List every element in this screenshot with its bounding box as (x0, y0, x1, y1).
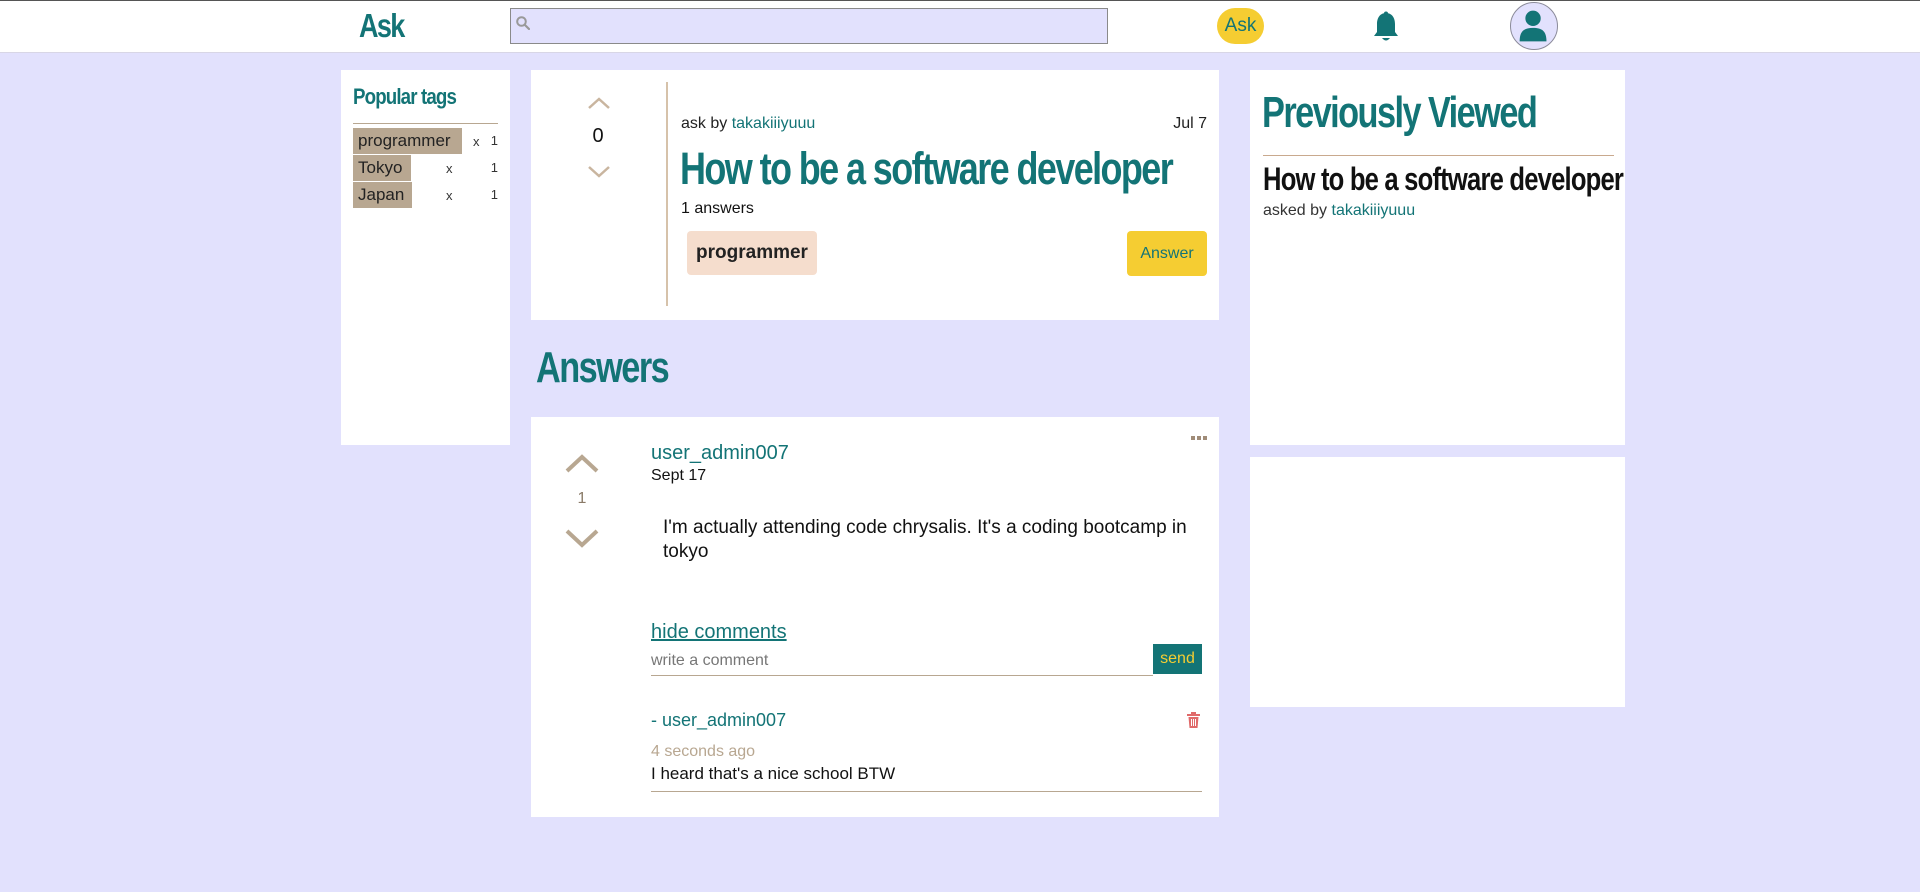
comment-input[interactable] (651, 646, 1153, 676)
tag-chip[interactable]: programmer (353, 128, 462, 154)
popular-tags-panel (341, 70, 510, 445)
chevron-up-icon[interactable] (587, 96, 611, 110)
question-meta: ask by takakiiiyuuu (681, 115, 815, 133)
bell-icon[interactable] (1371, 11, 1401, 43)
hide-comments-link[interactable]: hide comments (651, 621, 787, 644)
previously-viewed-title: Previously Viewed (1262, 88, 1538, 137)
send-button[interactable]: send (1153, 644, 1202, 674)
tag-multiplier: x (446, 161, 453, 176)
side-panel (1250, 457, 1625, 707)
tag-count: 1 (490, 133, 498, 148)
answer-button[interactable]: Answer (1127, 231, 1207, 276)
chevron-down-icon[interactable] (564, 528, 600, 550)
question-score: 0 (592, 125, 604, 147)
answers-heading: Answers (536, 343, 670, 392)
tag-chip[interactable]: Tokyo (353, 155, 411, 181)
comment-time: 4 seconds ago (651, 743, 756, 760)
question-card (531, 70, 1219, 320)
answer-date: Sept 17 (651, 467, 707, 484)
search-box[interactable] (510, 8, 1108, 44)
user-icon (1519, 10, 1547, 42)
trash-icon[interactable] (1187, 712, 1200, 728)
comment-author[interactable]: - user_admin007 (651, 710, 786, 731)
author-link[interactable]: takakiiiyuuu (732, 115, 816, 132)
asked-by-label: asked by (1263, 202, 1328, 219)
answer-author[interactable]: user_admin007 (651, 442, 789, 465)
chevron-down-icon[interactable] (587, 165, 611, 179)
previously-viewed-meta: asked by takakiiiyuuu (1263, 202, 1415, 220)
divider (651, 791, 1202, 792)
question-tag[interactable]: programmer (687, 231, 817, 275)
previously-viewed-item[interactable]: How to be a software developer (1263, 161, 1624, 198)
tag-item-japan[interactable]: Japan x 1 (353, 182, 498, 208)
answer-body: I'm actually attending code chrysalis. I… (663, 517, 1187, 562)
tag-multiplier: x (446, 188, 453, 203)
tag-count: 1 (490, 160, 498, 175)
answer-score: 1 (577, 490, 587, 507)
asked-by-label: ask by (681, 115, 728, 132)
tag-item-tokyo[interactable]: Tokyo x 1 (353, 155, 498, 181)
answers-count: 1 answers (681, 200, 754, 217)
author-link[interactable]: takakiiiyuuu (1332, 202, 1416, 219)
question-date: Jul 7 (1173, 115, 1207, 132)
tag-item-programmer[interactable]: programmer x 1 (353, 128, 498, 154)
popular-tags-title: Popular tags (353, 84, 457, 109)
comment-text: I heard that's a nice school BTW (651, 764, 896, 783)
more-icon[interactable] (1191, 436, 1208, 442)
logo[interactable]: Ask (359, 7, 405, 45)
tag-count: 1 (490, 187, 498, 202)
tag-chip[interactable]: Japan (353, 182, 412, 208)
answer-card (531, 417, 1219, 817)
divider (1263, 155, 1614, 156)
divider (353, 123, 498, 124)
top-bar: Ask Ask (0, 0, 1920, 53)
search-input[interactable] (541, 13, 1105, 41)
search-icon (516, 16, 530, 30)
avatar[interactable] (1510, 2, 1558, 50)
tag-multiplier: x (473, 134, 480, 149)
chevron-up-icon[interactable] (564, 452, 600, 474)
divider (666, 82, 668, 306)
question-title[interactable]: How to be a software developer (680, 143, 1174, 195)
ask-button[interactable]: Ask (1217, 8, 1264, 44)
